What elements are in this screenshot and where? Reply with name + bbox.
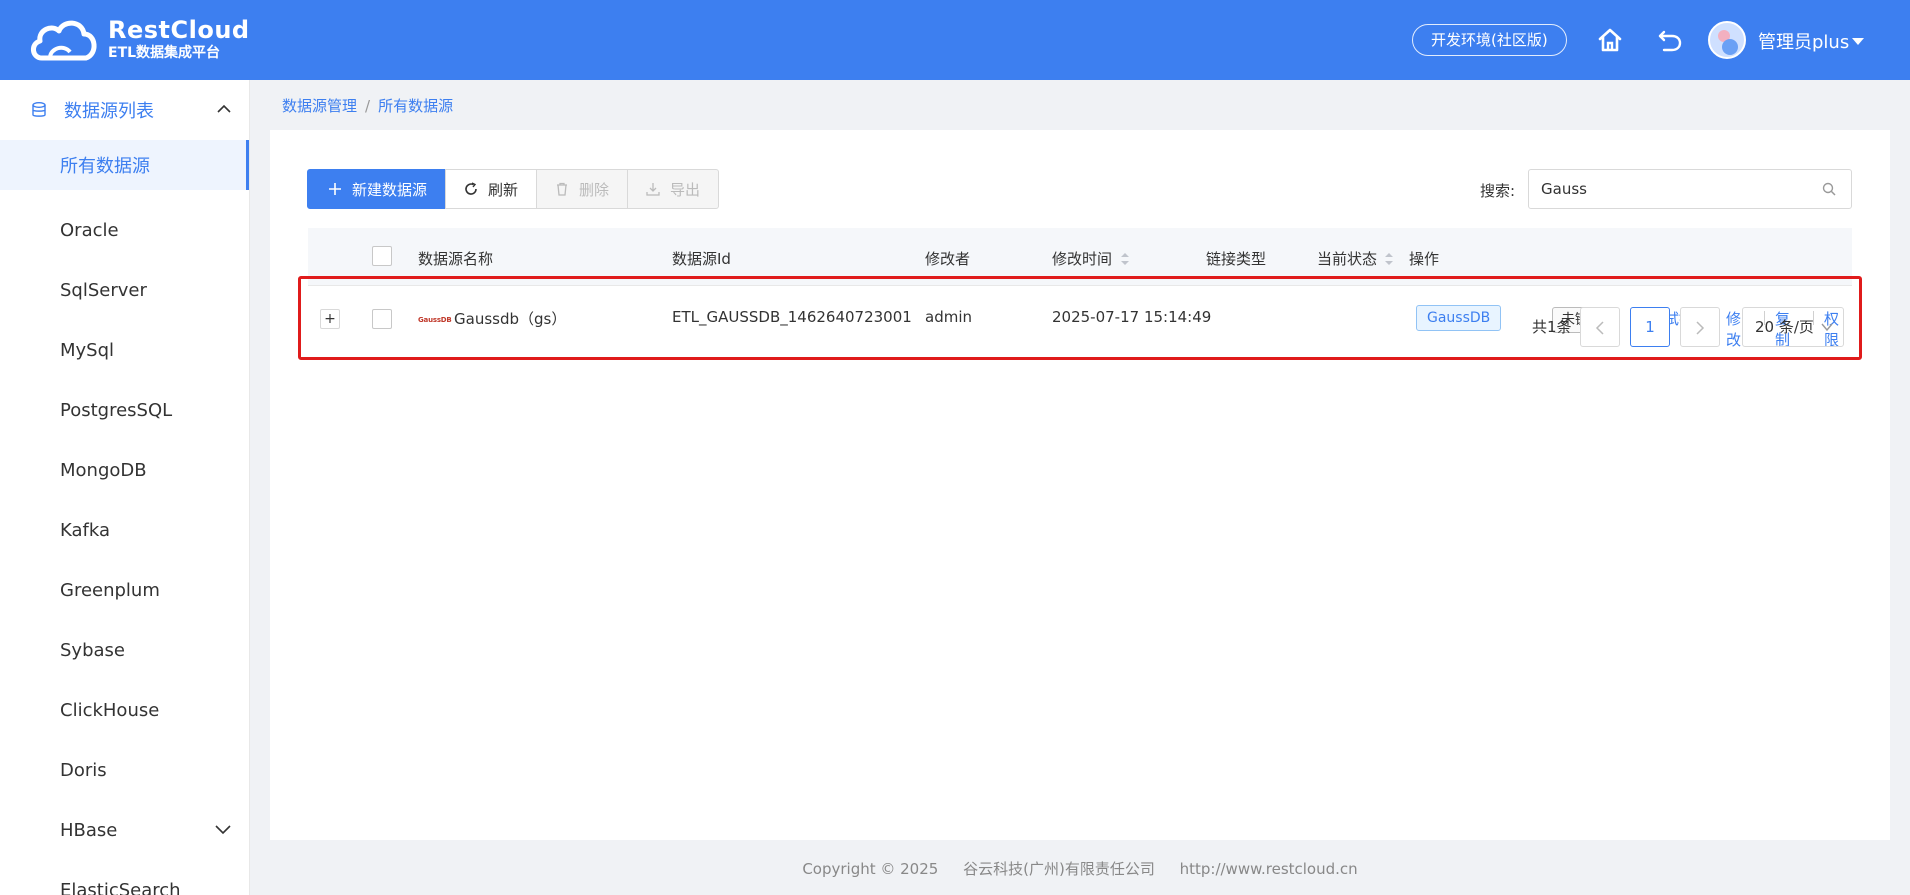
main-panel: 新建数据源 刷新 删除 导出 搜索: 数据源名称 数据源Id 修改者 修改时间 … <box>270 130 1890 840</box>
expand-row-button[interactable]: + <box>320 309 340 329</box>
brand-title: RestCloud <box>108 16 250 44</box>
sidebar-item-label: PostgresSQL <box>60 399 173 421</box>
breadcrumb-parent[interactable]: 数据源管理 <box>282 97 357 115</box>
chevron-left-icon <box>1595 321 1604 335</box>
sidebar-item-sqlserver[interactable]: SqlServer <box>0 260 249 320</box>
datasource-id: ETL_GAUSSDB_1462640723001 <box>672 308 912 326</box>
restcloud-logo[interactable]: RestCloud ETL数据集成平台 <box>28 14 250 64</box>
refresh-label: 刷新 <box>488 180 519 199</box>
column-header-id: 数据源Id <box>672 250 731 268</box>
footer: Copyright © 2025 谷云科技(广州)有限责任公司 http://w… <box>270 858 1890 879</box>
database-icon <box>32 102 46 117</box>
cloud-logo-icon <box>31 20 97 61</box>
sidebar-item-mongodb[interactable]: MongoDB <box>0 440 249 500</box>
column-header-modifier: 修改者 <box>925 250 971 268</box>
page-size-label: 20 条/页 <box>1755 318 1814 336</box>
footer-company: 谷云科技(广州)有限责任公司 <box>963 860 1155 878</box>
sidebar-item-label: MongoDB <box>60 459 147 481</box>
sidebar-item-label: Doris <box>60 759 107 781</box>
prev-page-button[interactable] <box>1580 307 1620 347</box>
sidebar-item-label: Greenplum <box>60 579 160 601</box>
sidebar-group-label: 数据源列表 <box>64 101 154 122</box>
sidebar-item-label: 所有数据源 <box>60 156 150 177</box>
refresh-icon <box>465 182 477 195</box>
modified-time: 2025-07-17 15:14:49 <box>1052 308 1212 326</box>
download-icon <box>646 183 660 196</box>
sidebar-item-hbase[interactable]: HBase <box>0 800 249 860</box>
brand-subtitle: ETL数据集成平台 <box>108 45 221 61</box>
chevron-down-icon[interactable] <box>215 822 231 836</box>
home-icon[interactable] <box>1596 26 1624 54</box>
plus-icon <box>329 183 341 195</box>
row-checkbox[interactable] <box>372 309 392 329</box>
sidebar-item-label: Kafka <box>60 519 110 541</box>
sidebar-item-elasticsearch[interactable]: ElasticSearch <box>0 860 249 895</box>
sidebar-item-clickhouse[interactable]: ClickHouse <box>0 680 249 740</box>
select-all-checkbox[interactable] <box>372 246 392 266</box>
caret-down-icon[interactable] <box>1852 38 1864 45</box>
refresh-button[interactable]: 刷新 <box>445 169 538 209</box>
sidebar-item-kafka[interactable]: Kafka <box>0 500 249 560</box>
modifier: admin <box>925 308 972 326</box>
column-header-status[interactable]: 当前状态 <box>1317 248 1377 269</box>
sidebar-item-label: Oracle <box>60 219 119 241</box>
sidebar-item-postgressql[interactable]: PostgresSQL <box>0 380 249 440</box>
sidebar-item-label: HBase <box>60 819 118 841</box>
pagination-total: 共1条 <box>1532 318 1572 336</box>
footer-copyright: Copyright © 2025 <box>802 860 939 878</box>
sidebar-item-label: ClickHouse <box>60 699 160 721</box>
page-1-button[interactable]: 1 <box>1630 307 1670 347</box>
sidebar-item-label: MySql <box>60 339 115 361</box>
chevron-down-icon <box>1821 323 1833 332</box>
search-input[interactable] <box>1528 169 1852 209</box>
sidebar-item-sybase[interactable]: Sybase <box>0 620 249 680</box>
export-label: 导出 <box>670 180 701 199</box>
new-datasource-button[interactable]: 新建数据源 <box>307 169 447 209</box>
sort-icon[interactable] <box>1120 251 1130 267</box>
sidebar-item-oracle[interactable]: Oracle <box>0 200 249 260</box>
sidebar-item-label: SqlServer <box>60 279 147 301</box>
new-datasource-label: 新建数据源 <box>352 180 428 199</box>
page-size-select[interactable]: 20 条/页 <box>1742 307 1844 347</box>
top-header: RestCloud ETL数据集成平台 开发环境(社区版) 管理员plus <box>0 0 1910 80</box>
link-type-tag: GaussDB <box>1416 305 1502 331</box>
gaussdb-logo-icon: GaussDB <box>418 316 452 324</box>
breadcrumb-separator: / <box>365 97 371 115</box>
undo-icon[interactable] <box>1656 26 1684 54</box>
column-header-modified-time[interactable]: 修改时间 <box>1052 248 1112 269</box>
column-header-actions: 操作 <box>1409 250 1440 268</box>
user-avatar-icon <box>1710 23 1744 57</box>
search-label: 搜索: <box>1480 182 1516 200</box>
sidebar-item-mysql[interactable]: MySql <box>0 320 249 380</box>
delete-label: 删除 <box>579 180 610 199</box>
column-header-name: 数据源名称 <box>418 250 494 268</box>
next-page-button[interactable] <box>1680 307 1720 347</box>
sort-icon[interactable] <box>1384 251 1394 267</box>
chevron-right-icon <box>1696 321 1705 335</box>
avatar[interactable] <box>1708 21 1746 59</box>
column-header-type: 链接类型 <box>1206 250 1267 268</box>
environment-badge[interactable]: 开发环境(社区版) <box>1412 24 1567 56</box>
datasource-name[interactable]: Gaussdb（gs） <box>454 308 566 329</box>
sidebar-item-all-datasources[interactable]: 所有数据源 <box>0 140 249 190</box>
chevron-up-icon[interactable] <box>217 102 231 116</box>
sidebar-group-datasource-list[interactable]: 数据源列表 <box>0 80 249 140</box>
breadcrumb-current: 所有数据源 <box>378 97 454 115</box>
delete-button[interactable]: 删除 <box>536 169 629 209</box>
trash-icon <box>557 182 568 196</box>
sidebar-item-doris[interactable]: Doris <box>0 740 249 800</box>
sidebar-item-label: ElasticSearch <box>60 879 181 895</box>
user-name[interactable]: 管理员plus <box>1758 28 1849 54</box>
sidebar: 数据源列表 所有数据源 Oracle SqlServer MySql Postg… <box>0 80 250 895</box>
sidebar-item-greenplum[interactable]: Greenplum <box>0 560 249 620</box>
breadcrumb: 数据源管理 / 所有数据源 <box>282 95 453 116</box>
sidebar-item-label: Sybase <box>60 639 125 661</box>
export-button[interactable]: 导出 <box>627 169 720 209</box>
table-row[interactable]: + GaussDB Gaussdb（gs） ETL_GAUSSDB_146264… <box>308 286 1852 352</box>
search-icon[interactable] <box>1822 182 1836 196</box>
toolbar: 新建数据源 刷新 删除 导出 <box>307 169 720 209</box>
footer-url[interactable]: http://www.restcloud.cn <box>1180 860 1358 878</box>
